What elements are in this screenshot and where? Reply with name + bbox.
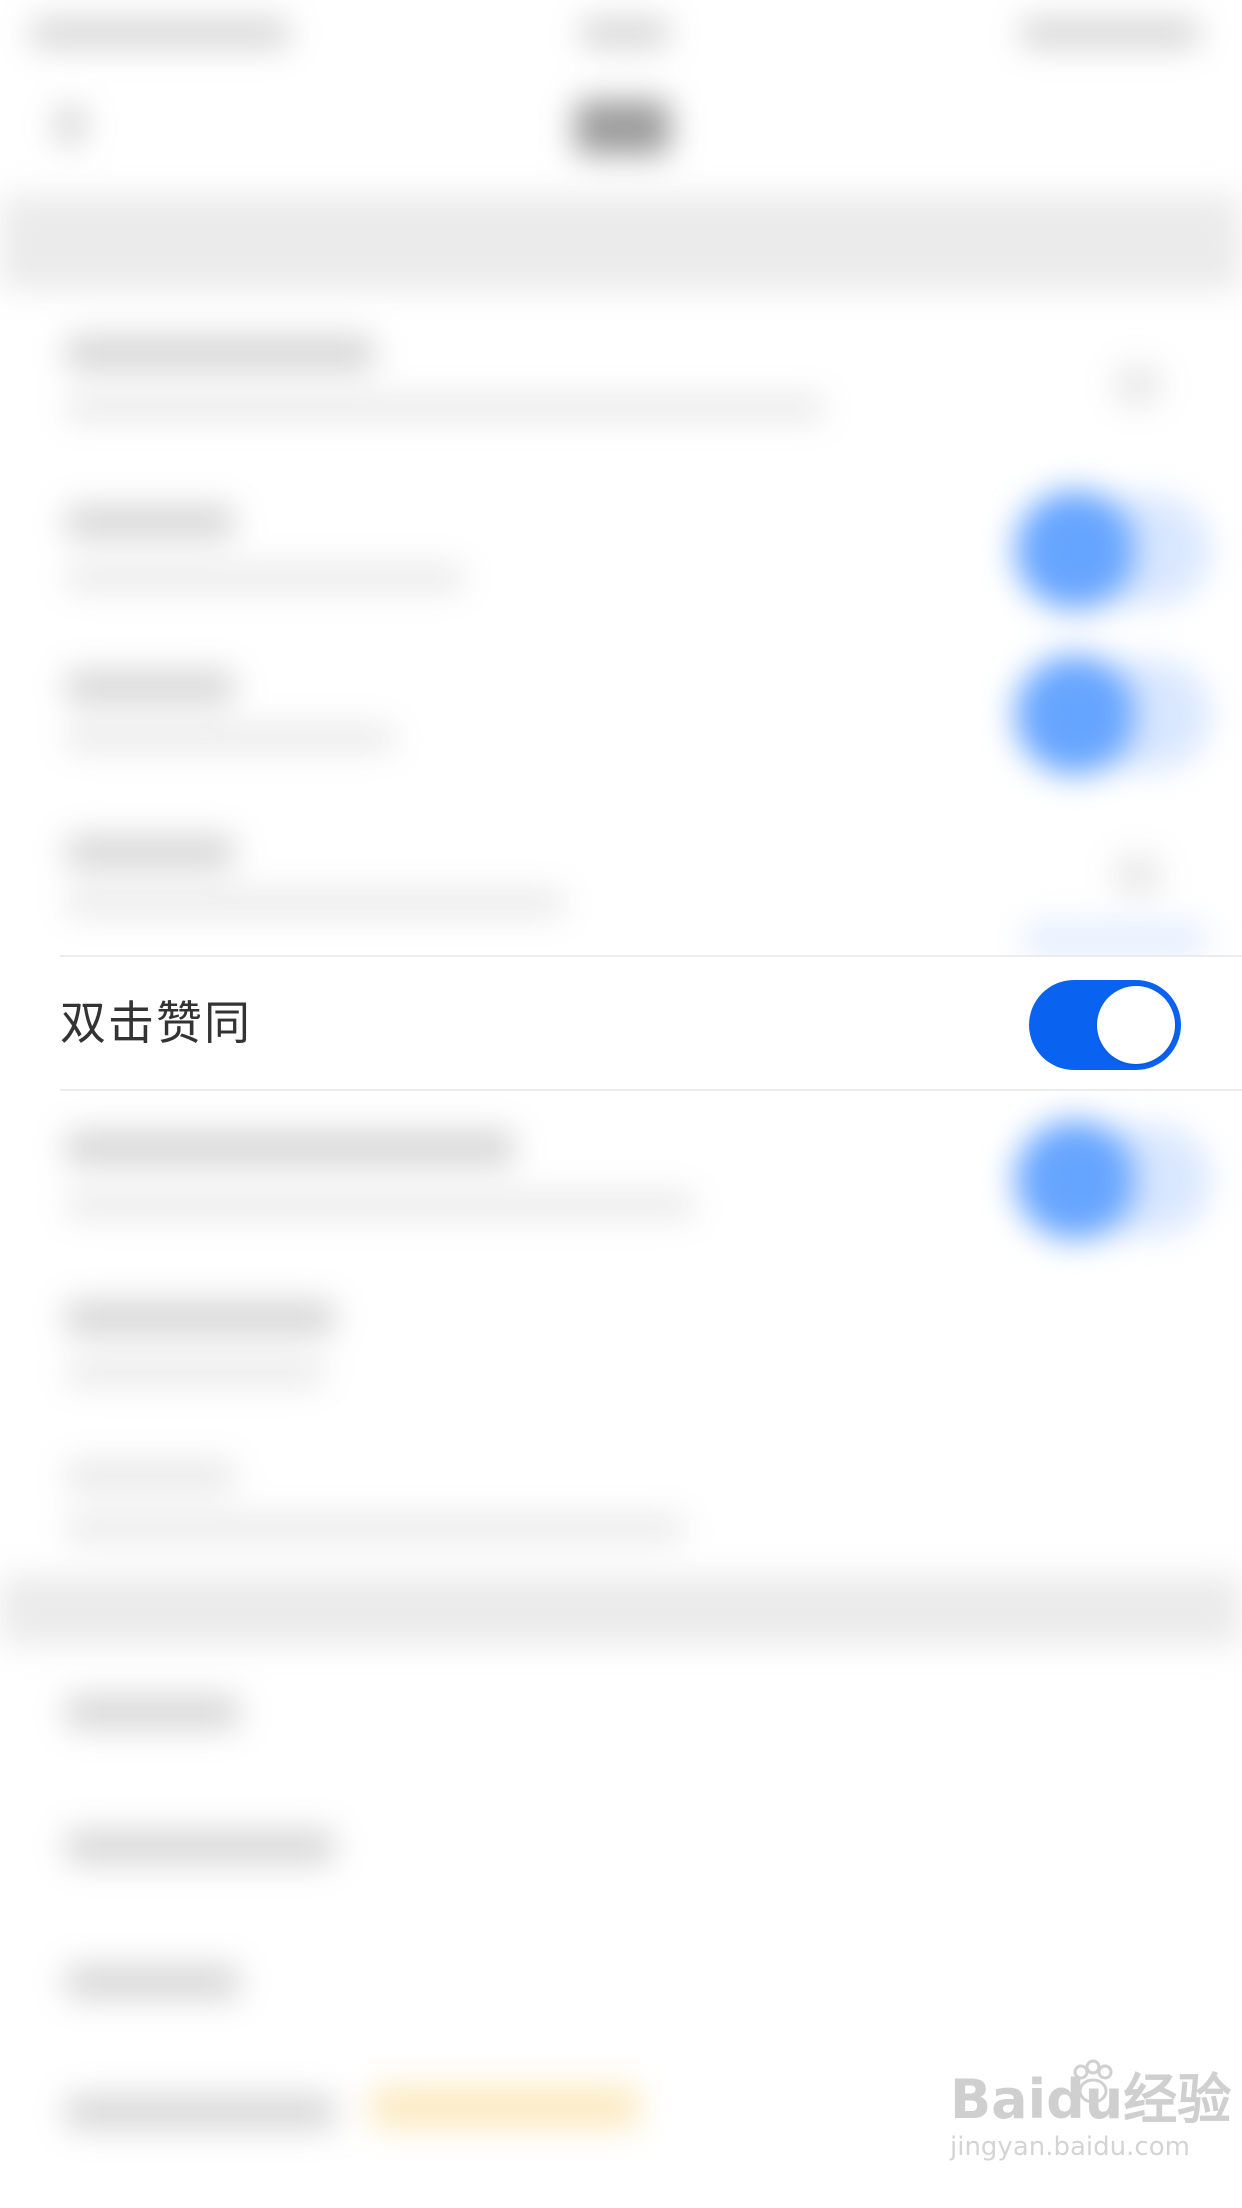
paw-logo-icon xyxy=(1073,2059,1113,2104)
row-divider-bottom xyxy=(60,1089,1242,1091)
blurred-background xyxy=(0,0,1242,2208)
double-tap-like-setting-row: 双击赞同 xyxy=(0,955,1242,1091)
watermark-url: jingyan.baidu.com xyxy=(950,2132,1190,2162)
baidu-jingyan-watermark: Baidu经验 jingyan.baidu.com xyxy=(950,2059,1231,2190)
double-tap-like-label: 双击赞同 xyxy=(60,996,252,1050)
double-tap-like-toggle[interactable] xyxy=(1029,980,1181,1070)
row-divider-top xyxy=(60,955,1242,957)
settings-screen: 双击赞同 Baidu经验 jingyan.baidu.com xyxy=(0,0,1242,2208)
toggle-knob xyxy=(1097,986,1175,1064)
